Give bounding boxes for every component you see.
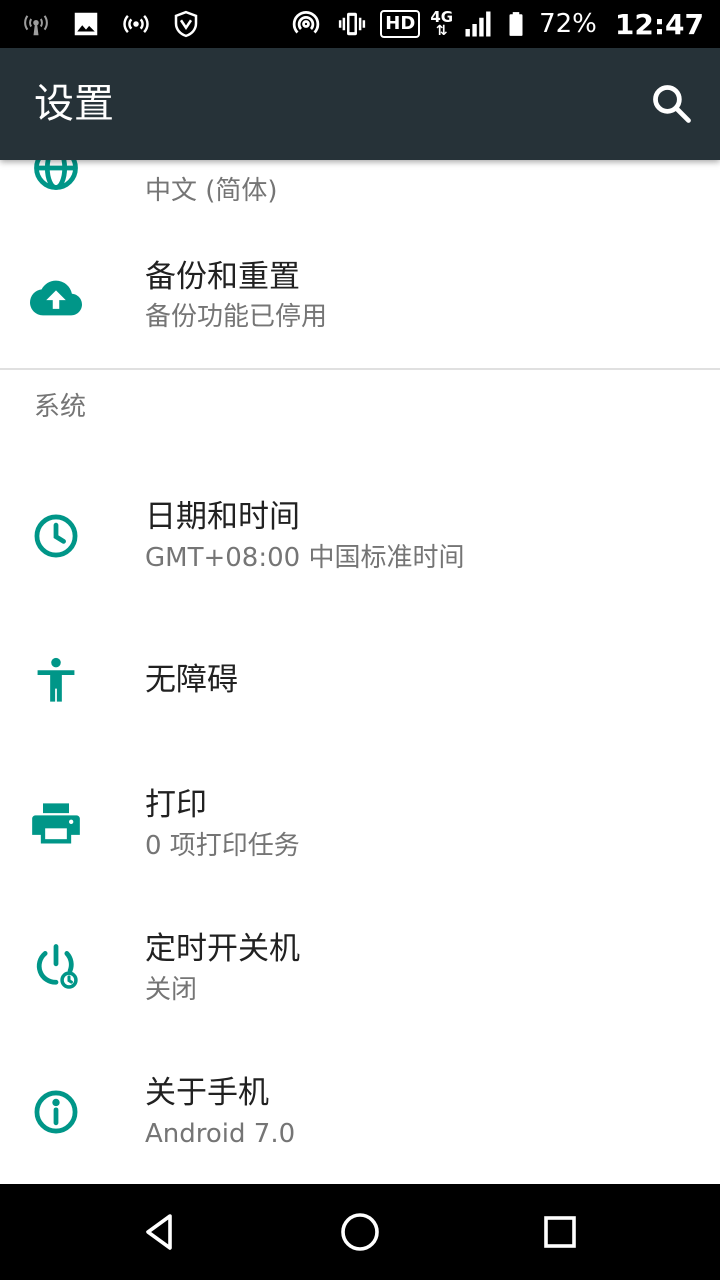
vibrate-icon (334, 6, 370, 42)
app-bar: 设置 (0, 48, 720, 160)
search-icon (653, 85, 691, 123)
signal-icon (463, 6, 493, 42)
settings-item-about-phone-subtitle: Android 7.0 (145, 1119, 296, 1149)
network-icon: 4G ⇅ (430, 8, 454, 39)
accessibility-icon (28, 652, 84, 708)
cloud-upload-icon (28, 270, 84, 326)
hd-icon: HD (380, 10, 421, 38)
print-icon (28, 796, 84, 852)
settings-item-backup-subtitle: 备份功能已停用 (145, 302, 328, 332)
nfc-icon (288, 6, 324, 42)
info-icon (28, 1084, 84, 1140)
settings-item-about-phone[interactable]: 关于手机 Android 7.0 (0, 1036, 720, 1184)
settings-item-date-time[interactable]: 日期和时间 GMT+08:00 中国标准时间 (0, 460, 720, 612)
battery-percent: 72% (539, 9, 597, 39)
settings-item-scheduled-power[interactable]: 定时开关机 关闭 (0, 892, 720, 1036)
settings-item-backup-title: 备份和重置 (145, 259, 300, 295)
section-header-system: 系统 (34, 392, 87, 422)
settings-item-date-time-title: 日期和时间 (145, 499, 300, 535)
settings-item-print-title: 打印 (145, 787, 207, 823)
settings-item-accessibility-title: 无障碍 (145, 662, 238, 698)
status-bar-notifications (0, 6, 204, 42)
wifi-calling-icon (18, 6, 54, 42)
language-icon (28, 160, 84, 196)
back-button[interactable] (132, 1204, 188, 1260)
settings-item-about-phone-title: 关于手机 (145, 1075, 269, 1111)
image-icon (68, 6, 104, 42)
battery-icon (503, 6, 529, 42)
status-bar: HD 4G ⇅ 72% 12:47 (0, 0, 720, 48)
scheduled-power-icon (28, 938, 84, 994)
settings-item-backup[interactable]: 备份和重置 备份功能已停用 (0, 224, 720, 368)
back-icon (146, 1214, 172, 1250)
settings-list[interactable]: 中文 (简体) 备份和重置 备份功能已停用 系统 日期和时间 GMT+08:00… (0, 160, 720, 1184)
settings-item-language-subtitle: 中文 (简体) (145, 176, 278, 206)
hotspot-icon (118, 6, 154, 42)
clock-time: 12:47 (614, 7, 704, 41)
recents-icon (544, 1216, 576, 1248)
section-divider (0, 368, 720, 370)
page-title: 设置 (34, 81, 114, 127)
navigation-bar (0, 1184, 720, 1280)
home-icon (341, 1213, 379, 1251)
clock-icon (28, 508, 84, 564)
shield-icon (168, 6, 204, 42)
settings-item-scheduled-power-subtitle: 关闭 (145, 975, 198, 1005)
settings-item-accessibility[interactable]: 无障碍 (0, 612, 720, 748)
status-bar-system: HD 4G ⇅ 72% 12:47 (288, 6, 720, 42)
settings-item-print-subtitle: 0 项打印任务 (145, 831, 300, 861)
recents-button[interactable] (532, 1204, 588, 1260)
settings-item-scheduled-power-title: 定时开关机 (145, 931, 300, 967)
settings-item-print[interactable]: 打印 0 项打印任务 (0, 748, 720, 892)
search-button[interactable] (648, 80, 696, 128)
settings-item-language[interactable]: 中文 (简体) (0, 160, 720, 224)
home-button[interactable] (332, 1204, 388, 1260)
settings-item-date-time-subtitle: GMT+08:00 中国标准时间 (145, 543, 465, 573)
